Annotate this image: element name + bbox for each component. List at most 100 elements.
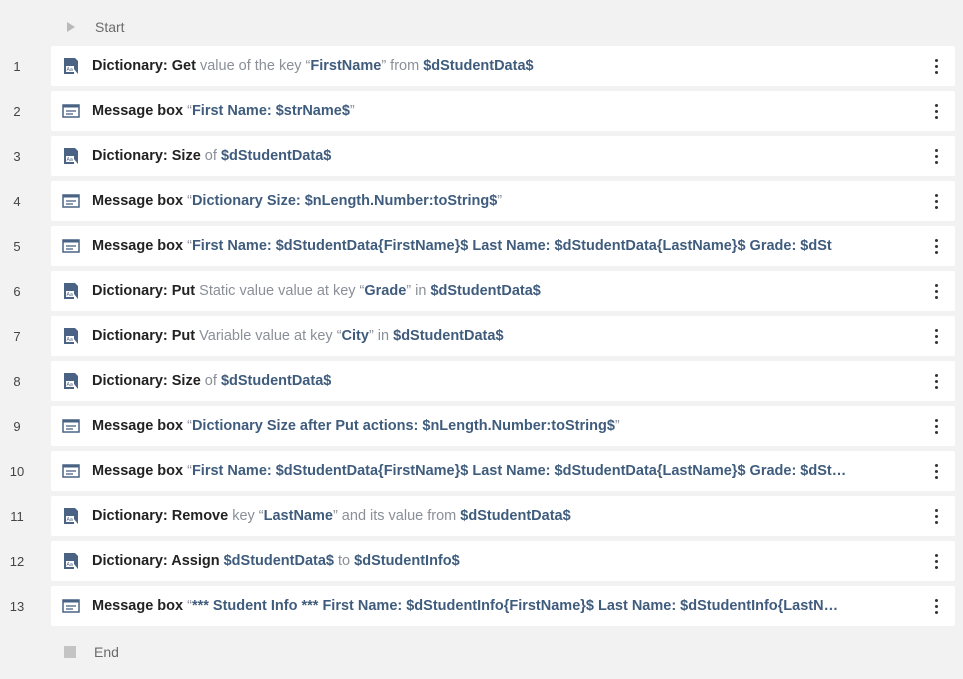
action-text: ”	[614, 418, 620, 434]
action-value: $dStudentData$	[223, 553, 334, 569]
svg-text:Aa: Aa	[67, 382, 73, 388]
action-value: First Name: $strName$	[191, 103, 350, 119]
action-text: ” from	[381, 58, 424, 74]
action-value: FirstName	[310, 58, 382, 74]
dictionary-icon: Aa	[62, 147, 80, 165]
action-value: *** Student Info *** First Name: $dStude…	[191, 598, 839, 614]
more-options-icon[interactable]	[921, 271, 951, 311]
action-value: $dStudentData$	[220, 148, 332, 164]
action-keyword: Dictionary: Put	[92, 283, 196, 299]
more-options-icon[interactable]	[921, 361, 951, 401]
action-row[interactable]: 2 Message box “First Name: $strName$”	[0, 91, 963, 131]
action-card[interactable]: Message box “First Name: $strName$”	[51, 91, 955, 131]
start-marker: Start	[64, 12, 125, 42]
more-options-icon[interactable]	[921, 406, 951, 446]
line-number: 2	[13, 103, 21, 119]
line-number: 8	[13, 373, 21, 389]
dictionary-icon: Aa	[62, 57, 80, 75]
action-value: City	[341, 328, 369, 344]
action-card[interactable]: Aa Dictionary: Assign $dStudentData$ to $…	[51, 541, 955, 581]
more-options-icon[interactable]	[921, 316, 951, 356]
action-text: Variable value at key “	[195, 328, 342, 344]
action-row[interactable]: 8 Aa Dictionary: Size of $dStudentData$	[0, 361, 963, 401]
action-value: Dictionary Size after Put actions: $nLen…	[191, 418, 615, 434]
action-keyword: Message box	[92, 103, 184, 119]
action-card[interactable]: Message box “Dictionary Size after Put a…	[51, 406, 955, 446]
end-marker: End	[64, 637, 119, 667]
dictionary-icon: Aa	[62, 507, 80, 525]
action-row[interactable]: 12 Aa Dictionary: Assign $dStudentData$ to…	[0, 541, 963, 581]
line-number: 5	[13, 238, 21, 254]
more-options-icon[interactable]	[921, 226, 951, 266]
action-keyword: Message box	[92, 193, 184, 209]
action-keyword: Message box	[92, 418, 184, 434]
stop-icon	[64, 646, 76, 658]
action-text: “	[183, 103, 192, 119]
action-keyword: Dictionary: Assign	[92, 553, 220, 569]
action-row[interactable]: 13 Message box “*** Student Info *** Firs…	[0, 586, 963, 626]
action-description: Dictionary: Size of $dStudentData$	[92, 148, 921, 164]
line-number: 7	[13, 328, 21, 344]
action-card[interactable]: Aa Dictionary: Put Variable value at key …	[51, 316, 955, 356]
more-options-icon[interactable]	[921, 496, 951, 536]
action-row[interactable]: 6 Aa Dictionary: Put Static value value at…	[0, 271, 963, 311]
action-text: ”	[497, 193, 503, 209]
action-value: $dStudentData$	[423, 58, 534, 74]
line-number: 4	[13, 193, 21, 209]
action-row[interactable]: 9 Message box “Dictionary Size after Put …	[0, 406, 963, 446]
action-keyword: Message box	[92, 598, 184, 614]
action-text: value of the key “	[195, 58, 311, 74]
action-card[interactable]: Aa Dictionary: Size of $dStudentData$	[51, 136, 955, 176]
message-box-icon	[62, 462, 80, 480]
svg-text:Aa: Aa	[67, 67, 73, 73]
more-options-icon[interactable]	[921, 451, 951, 491]
message-box-icon	[62, 102, 80, 120]
action-row[interactable]: 3 Aa Dictionary: Size of $dStudentData$	[0, 136, 963, 176]
action-card[interactable]: Message box “*** Student Info *** First …	[51, 586, 955, 626]
more-options-icon[interactable]	[921, 586, 951, 626]
action-row[interactable]: 5 Message box “First Name: $dStudentData{…	[0, 226, 963, 266]
action-row[interactable]: 10 Message box “First Name: $dStudentData…	[0, 451, 963, 491]
action-card[interactable]: Aa Dictionary: Get value of the key “Firs…	[51, 46, 955, 86]
action-row[interactable]: 11 Aa Dictionary: Remove key “LastName” an…	[0, 496, 963, 536]
action-keyword: Message box	[92, 463, 184, 479]
action-keyword: Message box	[92, 238, 184, 254]
more-options-icon[interactable]	[921, 181, 951, 221]
more-options-icon[interactable]	[921, 91, 951, 131]
svg-text:Aa: Aa	[67, 292, 73, 298]
action-value: $dStudentInfo$	[354, 553, 460, 569]
action-text: “	[183, 598, 192, 614]
line-number: 13	[9, 598, 25, 614]
action-text: of	[200, 373, 221, 389]
action-row[interactable]: 7 Aa Dictionary: Put Variable value at key…	[0, 316, 963, 356]
action-row[interactable]: 1 Aa Dictionary: Get value of the key “Fir…	[0, 46, 963, 86]
action-row[interactable]: 4 Message box “Dictionary Size: $nLength.…	[0, 181, 963, 221]
dictionary-icon: Aa	[62, 552, 80, 570]
action-keyword: Dictionary: Put	[92, 328, 196, 344]
message-box-icon	[62, 237, 80, 255]
action-card[interactable]: Aa Dictionary: Remove key “LastName” and …	[51, 496, 955, 536]
dictionary-icon: Aa	[62, 282, 80, 300]
action-card[interactable]: Aa Dictionary: Size of $dStudentData$	[51, 361, 955, 401]
action-text: key “	[228, 508, 264, 524]
action-value: $dStudentData$	[220, 373, 332, 389]
more-options-icon[interactable]	[921, 541, 951, 581]
action-card[interactable]: Message box “First Name: $dStudentData{F…	[51, 226, 955, 266]
action-value: LastName	[263, 508, 333, 524]
more-options-icon[interactable]	[921, 46, 951, 86]
more-options-icon[interactable]	[921, 136, 951, 176]
action-text: ” in	[368, 328, 394, 344]
action-value: First Name: $dStudentData{FirstName}$ La…	[191, 463, 847, 479]
action-text: “	[183, 238, 192, 254]
action-card[interactable]: Message box “First Name: $dStudentData{F…	[51, 451, 955, 491]
action-card[interactable]: Message box “Dictionary Size: $nLength.N…	[51, 181, 955, 221]
action-text: ”	[349, 103, 355, 119]
action-card[interactable]: Aa Dictionary: Put Static value value at …	[51, 271, 955, 311]
message-box-icon	[62, 192, 80, 210]
action-keyword: Dictionary: Get	[92, 58, 196, 74]
action-description: Dictionary: Assign $dStudentData$ to $dS…	[92, 553, 921, 569]
action-text: “	[183, 463, 192, 479]
action-description: Dictionary: Get value of the key “FirstN…	[92, 58, 921, 74]
action-text: ” in	[406, 283, 431, 299]
action-value: Dictionary Size: $nLength.Number:toStrin…	[191, 193, 498, 209]
